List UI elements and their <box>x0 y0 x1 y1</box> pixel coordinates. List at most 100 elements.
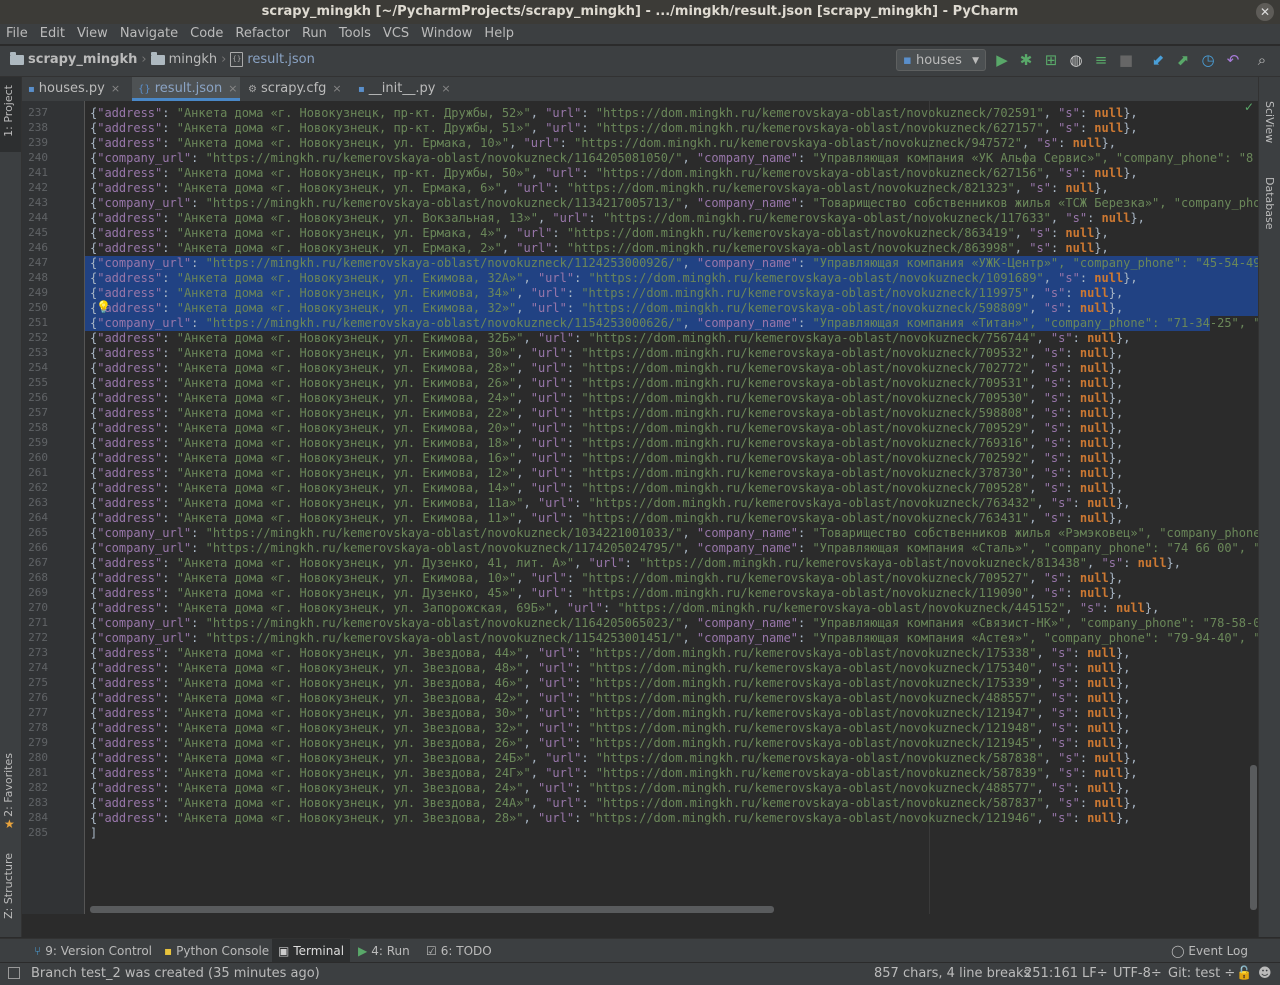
database-tool-button[interactable]: Database <box>1263 177 1276 230</box>
menu-item-code[interactable]: Code <box>184 24 229 44</box>
python-file-icon: ▪ <box>358 84 365 95</box>
structure-tool-button[interactable]: Z: Structure <box>2 853 15 919</box>
line-number: 276 <box>28 691 48 704</box>
menu-item-vcs[interactable]: VCS <box>377 24 415 44</box>
vcs-history-icon[interactable]: ◷ <box>1200 52 1216 68</box>
close-tab-icon[interactable]: × <box>228 82 237 95</box>
line-number: 281 <box>28 766 48 779</box>
coverage-icon[interactable]: ⊞ <box>1043 52 1059 68</box>
line-number: 242 <box>28 181 48 194</box>
code-line: {"company_url": "https://mingkh.ru/kemer… <box>90 631 1258 645</box>
line-number: 245 <box>28 226 48 239</box>
bottom-tool-terminal[interactable]: ▣ Terminal <box>272 939 351 963</box>
vcs-commit-icon[interactable]: ⬈ <box>1175 52 1191 68</box>
tab--init-py[interactable]: ▪ __init__.py × <box>352 77 452 101</box>
tab-scrapy-cfg[interactable]: ⚙ scrapy.cfg × <box>242 77 350 101</box>
vcs-update-icon[interactable]: ⬋ <box>1150 52 1166 68</box>
code-line: {"address": "Анкета дома «г. Новокузнецк… <box>90 811 1131 825</box>
code-line: {"company_url": "https://mingkh.ru/kemer… <box>90 256 1258 270</box>
terminal-icon: ▣ <box>278 944 290 958</box>
code-line: {"address": "Анкета дома «г. Новокузнецк… <box>90 286 1124 300</box>
window-titlebar: scrapy_mingkh [~/PycharmProjects/scrapy_… <box>0 0 1280 24</box>
status-message[interactable]: Branch test_2 was created (35 minutes ag… <box>31 963 320 985</box>
close-tab-icon[interactable]: × <box>441 82 450 95</box>
tab-houses-py[interactable]: ▪ houses.py × <box>22 77 130 101</box>
breadcrumb-file[interactable]: result.json <box>247 52 315 67</box>
code-line: {"address": "Анкета дома «г. Новокузнецк… <box>90 796 1138 810</box>
code-line: {"address": "Анкета дома «г. Новокузнецк… <box>90 271 1138 285</box>
code-line: {"address": "Анкета дома «г. Новокузнецк… <box>90 676 1131 690</box>
project-tool-button[interactable]: 1: Project <box>2 85 15 137</box>
line-number: 248 <box>28 271 48 284</box>
concurrency-icon[interactable]: ≡ <box>1093 52 1109 68</box>
code-line: {"company_url": "https://mingkh.ru/kemer… <box>90 616 1258 630</box>
stop-icon[interactable]: ■ <box>1118 52 1134 68</box>
line-number: 274 <box>28 661 48 674</box>
run-configuration-select[interactable]: ▪ houses ▼ <box>896 49 986 71</box>
status-line-separator[interactable]: LF÷ <box>1082 963 1108 985</box>
menu-item-tools[interactable]: Tools <box>333 24 377 44</box>
line-number: 283 <box>28 796 48 809</box>
status-toggle-icon[interactable] <box>8 967 20 979</box>
run-icon[interactable]: ▶ <box>994 52 1010 68</box>
menu-item-navigate[interactable]: Navigate <box>114 24 184 44</box>
code-line: {"address": "Анкета дома «г. Новокузнецк… <box>90 496 1131 510</box>
tab-result-json[interactable]: {} result.json × <box>132 77 240 101</box>
close-tab-icon[interactable]: × <box>111 82 120 95</box>
event-log-button[interactable]: ◯ Event Log <box>1165 939 1254 963</box>
debug-icon[interactable]: ✱ <box>1018 52 1034 68</box>
breadcrumb-folder[interactable]: mingkh <box>169 52 218 67</box>
revert-icon[interactable]: ↶ <box>1225 52 1241 68</box>
search-icon[interactable]: ⌕ <box>1254 52 1270 68</box>
code-line: {"address": "Анкета дома «г. Новокузнецк… <box>90 646 1131 660</box>
menu-item-edit[interactable]: Edit <box>34 24 71 44</box>
close-tab-icon[interactable]: × <box>332 82 341 95</box>
code-editor[interactable]: {"address": "Анкета дома «г. Новокузнецк… <box>85 101 1258 914</box>
editor-tabs: ▪ houses.py ×{} result.json × ⚙ scrapy.cfg × ▪ __… <box>22 77 1258 101</box>
line-number: 247 <box>28 256 48 269</box>
menu-item-run[interactable]: Run <box>296 24 333 44</box>
favorites-tool-button[interactable]: 2: Favorites <box>2 753 15 817</box>
menu-item-refactor[interactable]: Refactor <box>229 24 296 44</box>
code-line: {"company_url": "https://mingkh.ru/kemer… <box>90 196 1258 210</box>
code-line: {"address": "Анкета дома «г. Новокузнецк… <box>90 706 1131 720</box>
line-number: 280 <box>28 751 48 764</box>
menu-item-file[interactable]: File <box>0 24 34 44</box>
inspector-icon[interactable]: ☻ <box>1258 963 1272 985</box>
menu-item-window[interactable]: Window <box>415 24 478 44</box>
close-icon[interactable]: ✕ <box>1256 3 1274 21</box>
menu-item-help[interactable]: Help <box>478 24 520 44</box>
line-number: 279 <box>28 736 48 749</box>
sciview-tool-button[interactable]: SciView <box>1263 101 1276 143</box>
status-caret-position[interactable]: 251:161 <box>1024 963 1078 985</box>
bottom-tool-9-version-control[interactable]: ⑂ 9: Version Control <box>28 939 158 963</box>
menu-item-view[interactable]: View <box>71 24 114 44</box>
line-number: 237 <box>28 106 48 119</box>
bottom-tool-python-console[interactable]: ▪ Python Console <box>158 939 275 963</box>
horizontal-scrollbar[interactable] <box>90 906 774 913</box>
line-number: 266 <box>28 541 48 554</box>
code-line: {"address": "Анкета дома «г. Новокузнецк… <box>90 121 1138 135</box>
line-number: 285 <box>28 826 48 839</box>
line-number: 259 <box>28 436 48 449</box>
breadcrumb-project[interactable]: scrapy_mingkh <box>28 52 137 67</box>
code-line: {"address": "Анкета дома «г. Новокузнецк… <box>90 181 1109 195</box>
python-icon: ▪ <box>903 53 912 68</box>
lock-icon[interactable]: 🔓 <box>1236 963 1252 985</box>
run-configuration-label: houses <box>915 53 962 68</box>
line-number: 255 <box>28 376 48 389</box>
code-line: {"address": "Анкета дома «г. Новокузнецк… <box>90 406 1124 420</box>
vertical-scrollbar[interactable] <box>1250 765 1257 910</box>
bottom-tool-6-todo[interactable]: ☑ 6: TODO <box>420 939 498 963</box>
menu-bar: File Edit View Navigate Code Refactor Run Tools… <box>0 24 1280 44</box>
bottom-tool-label: Terminal <box>293 944 345 958</box>
folder-icon <box>10 51 24 65</box>
profile-icon[interactable]: ◍ <box>1068 52 1084 68</box>
tab-label: __init__.py <box>368 81 436 96</box>
status-git-branch[interactable]: Git: test ÷ <box>1168 963 1235 985</box>
status-encoding[interactable]: UTF-8÷ <box>1113 963 1162 985</box>
chevron-right-icon: › <box>221 52 227 67</box>
event-log-label: Event Log <box>1188 944 1248 958</box>
bottom-tool-4-run[interactable]: ▶ 4: Run <box>352 939 416 963</box>
lightbulb-icon[interactable]: 💡 <box>96 300 111 314</box>
